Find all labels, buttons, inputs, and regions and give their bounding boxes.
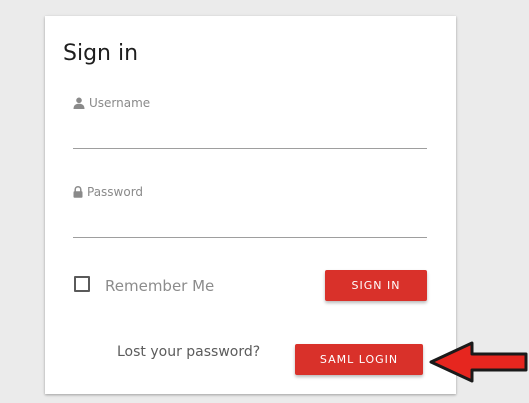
remember-me-label[interactable]: Remember Me [105,277,214,295]
password-label-text: Password [87,185,144,199]
password-label: Password [73,185,143,199]
lost-password-link[interactable]: Lost your password? [117,344,260,360]
username-input[interactable] [73,124,427,146]
login-card: Sign in Username Password Remember Me SI… [45,16,456,394]
sign-in-button[interactable]: SIGN IN [325,270,427,301]
username-underline [73,148,427,149]
password-underline [73,237,427,238]
password-input[interactable] [73,213,427,235]
username-label-text: Username [89,96,151,110]
page-title: Sign in [63,41,139,66]
lock-icon [73,186,83,198]
saml-login-button[interactable]: SAML LOGIN [295,344,423,375]
user-icon [73,97,85,109]
red-arrow-icon [428,340,528,388]
username-label: Username [73,96,150,110]
remember-me-checkbox[interactable] [74,276,90,292]
